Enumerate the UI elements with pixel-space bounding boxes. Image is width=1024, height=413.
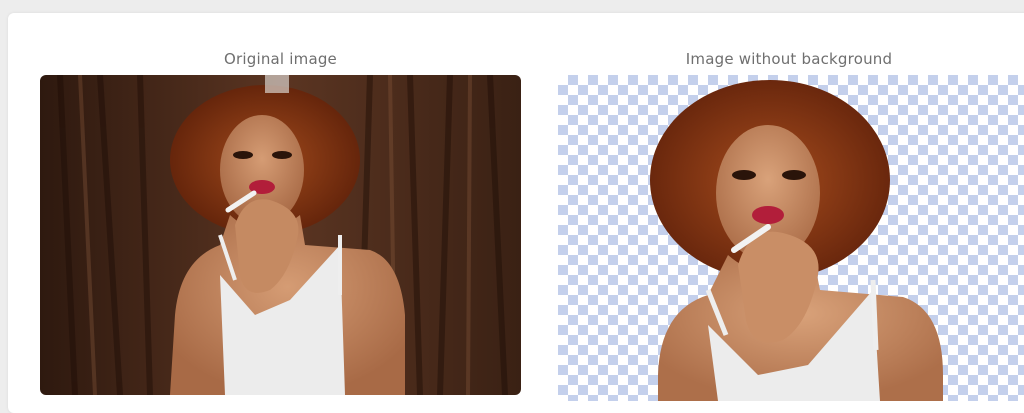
background-removed-image: [558, 75, 1024, 401]
original-image-title: Original image: [224, 50, 337, 68]
result-image-title: Image without background: [685, 50, 893, 68]
original-image: [40, 75, 521, 395]
